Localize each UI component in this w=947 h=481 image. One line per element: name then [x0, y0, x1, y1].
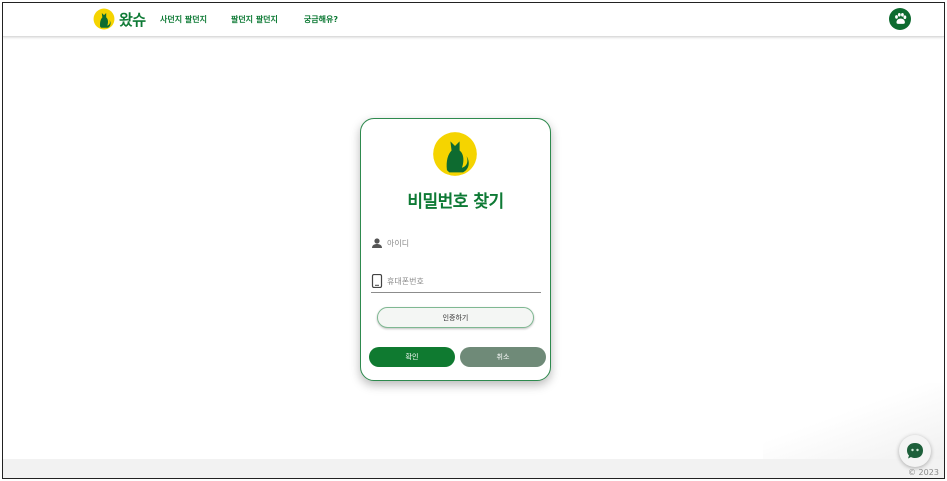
chat-button[interactable]: [899, 435, 931, 467]
id-input[interactable]: [387, 235, 537, 251]
browser-viewport: 왔슈 사던지 팔던지 팔던지 팔던지 궁금해유? 비밀번호 찾기 아이디 휴대폰…: [2, 2, 945, 479]
nav-item-buy-sell[interactable]: 사던지 팔던지: [160, 14, 207, 25]
id-field: [371, 233, 541, 255]
copyright-text: © 2023: [908, 468, 939, 477]
phone-icon: [371, 274, 383, 288]
nav-item-sell[interactable]: 팔던지 팔던지: [231, 14, 278, 25]
phone-field: [371, 271, 541, 293]
paw-icon: [895, 12, 907, 24]
verify-button[interactable]: 인증하기: [377, 307, 534, 328]
phone-input[interactable]: [387, 273, 537, 289]
nav-item-faq[interactable]: 궁금해유?: [304, 14, 338, 25]
paw-menu-button[interactable]: [889, 8, 911, 30]
confirm-button[interactable]: 확인: [369, 347, 455, 367]
brand-link[interactable]: 왔슈: [93, 8, 146, 30]
cat-logo-icon: [433, 132, 477, 176]
cat-logo-icon: [93, 8, 115, 30]
page-title: 비밀번호 찾기: [407, 192, 504, 212]
brand-name: 왔슈: [119, 10, 146, 29]
cancel-button[interactable]: 취소: [460, 347, 546, 367]
footer-strip: [3, 459, 944, 478]
find-password-card: 비밀번호 찾기 인증하기 확인 취소: [360, 118, 551, 381]
main-nav: 사던지 팔던지 팔던지 팔던지 궁금해유?: [160, 14, 362, 25]
top-navbar: 왔슈 사던지 팔던지 팔던지 팔던지 궁금해유?: [3, 3, 944, 37]
chat-bubble-icon: [907, 443, 923, 459]
user-icon: [372, 238, 382, 248]
